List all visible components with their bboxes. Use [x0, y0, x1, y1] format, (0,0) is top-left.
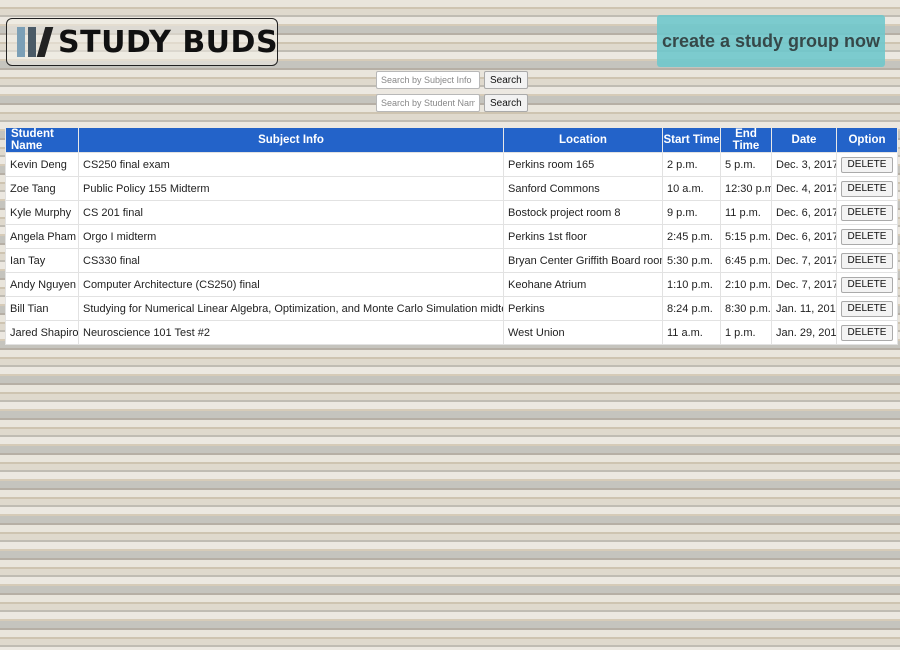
subject-search-input[interactable] — [376, 71, 480, 89]
cell-subject-info: Studying for Numerical Linear Algebra, O… — [78, 296, 504, 321]
cell-start-time: 11 a.m. — [662, 320, 721, 345]
cell-student-name: Jared Shapiro — [5, 320, 79, 345]
table-row: Kevin Deng CS250 final exam Perkins room… — [5, 152, 898, 177]
cell-end-time: 5:15 p.m. — [720, 224, 772, 249]
cell-location: Perkins room 165 — [503, 152, 663, 177]
cell-subject-info: Neuroscience 101 Test #2 — [78, 320, 504, 345]
cell-end-time: 6:45 p.m. — [720, 248, 772, 273]
header-end-time[interactable]: End Time — [720, 128, 772, 153]
logo-text: STUDY BUDS — [58, 24, 279, 60]
cell-subject-info: CS 201 final — [78, 200, 504, 225]
header-date[interactable]: Date — [771, 128, 837, 153]
header-start-time[interactable]: Start Time — [662, 128, 721, 153]
header-student-name[interactable]: Student Name — [5, 128, 79, 153]
cell-location: Sanford Commons — [503, 176, 663, 201]
cell-option: DELETE — [836, 296, 898, 321]
create-study-group-button[interactable]: create a study group now — [657, 15, 885, 67]
cell-option: DELETE — [836, 272, 898, 297]
cell-location: West Union — [503, 320, 663, 345]
cell-start-time: 10 a.m. — [662, 176, 721, 201]
cell-date: Dec. 4, 2017 — [771, 176, 837, 201]
cell-option: DELETE — [836, 152, 898, 177]
cell-student-name: Kyle Murphy — [5, 200, 79, 225]
cell-end-time: 8:30 p.m. — [720, 296, 772, 321]
cell-start-time: 2 p.m. — [662, 152, 721, 177]
cell-date: Dec. 7, 2017 — [771, 272, 837, 297]
cell-end-time: 11 p.m. — [720, 200, 772, 225]
cell-subject-info: Public Policy 155 Midterm — [78, 176, 504, 201]
subject-search-button[interactable]: Search — [484, 71, 528, 89]
study-groups-table-container: Student Name Subject Info Location Start… — [5, 128, 898, 345]
cell-option: DELETE — [836, 176, 898, 201]
header-option: Option — [836, 128, 898, 153]
table-row: Jared Shapiro Neuroscience 101 Test #2 W… — [5, 320, 898, 345]
cell-student-name: Andy Nguyen — [5, 272, 79, 297]
cell-date: Jan. 29, 2018 — [771, 320, 837, 345]
study-buds-logo[interactable]: STUDY BUDS — [6, 18, 278, 66]
cell-student-name: Ian Tay — [5, 248, 79, 273]
header-subject-info[interactable]: Subject Info — [78, 128, 504, 153]
cell-end-time: 12:30 p.m. — [720, 176, 772, 201]
cell-student-name: Kevin Deng — [5, 152, 79, 177]
table-row: Andy Nguyen Computer Architecture (CS250… — [5, 272, 898, 297]
cell-location: Perkins — [503, 296, 663, 321]
cell-option: DELETE — [836, 248, 898, 273]
cell-location: Keohane Atrium — [503, 272, 663, 297]
cell-start-time: 5:30 p.m. — [662, 248, 721, 273]
student-search-button[interactable]: Search — [484, 94, 528, 112]
cell-student-name: Angela Pham — [5, 224, 79, 249]
cell-date: Jan. 11, 2018 — [771, 296, 837, 321]
header-location[interactable]: Location — [503, 128, 663, 153]
cell-start-time: 2:45 p.m. — [662, 224, 721, 249]
table-row: Ian Tay CS330 final Bryan Center Griffit… — [5, 248, 898, 273]
delete-button[interactable]: DELETE — [840, 300, 894, 317]
cell-option: DELETE — [836, 200, 898, 225]
delete-button[interactable]: DELETE — [840, 252, 894, 269]
student-search-row: Search — [376, 94, 528, 112]
cell-subject-info: CS330 final — [78, 248, 504, 273]
cell-location: Perkins 1st floor — [503, 224, 663, 249]
delete-button[interactable]: DELETE — [840, 324, 894, 341]
table-row: Kyle Murphy CS 201 final Bostock project… — [5, 200, 898, 225]
delete-button[interactable]: DELETE — [840, 204, 894, 221]
cell-subject-info: Computer Architecture (CS250) final — [78, 272, 504, 297]
cell-end-time: 1 p.m. — [720, 320, 772, 345]
cell-start-time: 1:10 p.m. — [662, 272, 721, 297]
cell-start-time: 8:24 p.m. — [662, 296, 721, 321]
cell-date: Dec. 3, 2017 — [771, 152, 837, 177]
cell-date: Dec. 6, 2017 — [771, 224, 837, 249]
cell-subject-info: CS250 final exam — [78, 152, 504, 177]
cell-end-time: 2:10 p.m. — [720, 272, 772, 297]
cell-start-time: 9 p.m. — [662, 200, 721, 225]
delete-button[interactable]: DELETE — [840, 228, 894, 245]
delete-button[interactable]: DELETE — [840, 156, 894, 173]
cell-location: Bostock project room 8 — [503, 200, 663, 225]
subject-search-row: Search — [376, 71, 528, 89]
cell-location: Bryan Center Griffith Board room — [503, 248, 663, 273]
cell-date: Dec. 7, 2017 — [771, 248, 837, 273]
books-logo-icon — [17, 26, 54, 58]
study-groups-table: Student Name Subject Info Location Start… — [5, 128, 898, 345]
cell-end-time: 5 p.m. — [720, 152, 772, 177]
cell-date: Dec. 6, 2017 — [771, 200, 837, 225]
cell-option: DELETE — [836, 320, 898, 345]
table-row: Angela Pham Orgo I midterm Perkins 1st f… — [5, 224, 898, 249]
delete-button[interactable]: DELETE — [840, 276, 894, 293]
table-header-row: Student Name Subject Info Location Start… — [5, 128, 898, 153]
cell-subject-info: Orgo I midterm — [78, 224, 504, 249]
cell-option: DELETE — [836, 224, 898, 249]
student-search-input[interactable] — [376, 94, 480, 112]
cell-student-name: Zoe Tang — [5, 176, 79, 201]
table-row: Zoe Tang Public Policy 155 Midterm Sanfo… — [5, 176, 898, 201]
cell-student-name: Bill Tian — [5, 296, 79, 321]
table-row: Bill Tian Studying for Numerical Linear … — [5, 296, 898, 321]
delete-button[interactable]: DELETE — [840, 180, 894, 197]
